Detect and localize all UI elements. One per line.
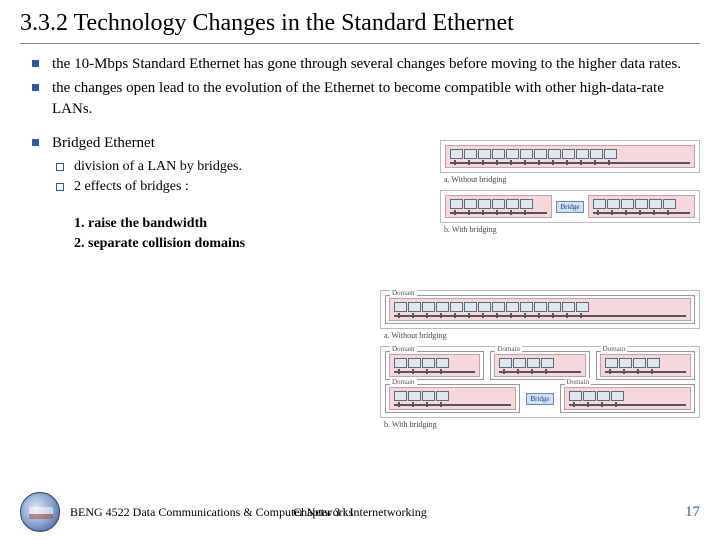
computer-icon: [478, 149, 489, 162]
computer-icon: [506, 199, 517, 212]
bridge-icon: Bridge: [556, 201, 583, 213]
computer-icon: [520, 302, 531, 315]
diagram-collision-domains: Domain: [380, 290, 700, 435]
domain-label: Domain: [601, 345, 628, 353]
computer-icon: [541, 358, 552, 371]
computer-icon: [633, 358, 644, 371]
computer-icon: [635, 199, 646, 212]
computer-icon: [478, 199, 489, 212]
computer-icon: [605, 358, 616, 371]
computer-icon: [548, 302, 559, 315]
computer-icon: [590, 149, 601, 162]
computer-icon: [450, 199, 461, 212]
computer-icon: [548, 149, 559, 162]
slide-footer: BENG 4522 Data Communications & Computer…: [0, 492, 720, 532]
computer-icon: [450, 149, 461, 162]
slide-title: 3.3.2 Technology Changes in the Standard…: [20, 10, 700, 44]
footer-chapter: Chapter 3 : Internetworking: [293, 505, 427, 520]
computer-icon: [611, 391, 622, 404]
bullet-item: the 10-Mbps Standard Ethernet has gone t…: [38, 54, 700, 74]
computer-icon: [534, 302, 545, 315]
computer-icon: [408, 391, 419, 404]
computer-icon: [436, 302, 447, 315]
computer-icon: [492, 149, 503, 162]
computer-icon: [520, 199, 531, 212]
computer-icon: [576, 149, 587, 162]
computer-icon: [506, 302, 517, 315]
computer-icon: [394, 302, 405, 315]
university-logo-icon: [20, 492, 60, 532]
computer-icon: [569, 391, 580, 404]
domain-label: Domain: [390, 378, 417, 386]
bullet-item: the changes open lead to the evolution o…: [38, 78, 700, 119]
computer-icon: [394, 391, 405, 404]
computer-icon: [621, 199, 632, 212]
computer-icon: [562, 149, 573, 162]
page-number: 17: [685, 504, 700, 521]
computer-icon: [534, 149, 545, 162]
domain-label: Domain: [565, 378, 592, 386]
computer-icon: [647, 358, 658, 371]
computer-icon: [513, 358, 524, 371]
domain-label: Domain: [390, 289, 417, 297]
diagram-caption: a. Without bridging: [384, 331, 700, 340]
computer-icon: [583, 391, 594, 404]
computer-icon: [478, 302, 489, 315]
computer-icon: [576, 302, 587, 315]
computer-icon: [422, 358, 433, 371]
computer-icon: [408, 358, 419, 371]
computer-icon: [492, 199, 503, 212]
computer-icon: [464, 149, 475, 162]
computer-icon: [604, 149, 615, 162]
domain-label: Domain: [390, 345, 417, 353]
computer-icon: [619, 358, 630, 371]
computer-icon: [450, 302, 461, 315]
diagram-caption: a. Without bridging: [444, 175, 700, 184]
computer-icon: [464, 199, 475, 212]
diagram-caption: b. With bridging: [444, 225, 700, 234]
computer-icon: [436, 391, 447, 404]
computer-icon: [408, 302, 419, 315]
computer-icon: [597, 391, 608, 404]
computer-icon: [527, 358, 538, 371]
computer-icon: [607, 199, 618, 212]
computer-icon: [520, 149, 531, 162]
computer-icon: [422, 302, 433, 315]
computer-icon: [506, 149, 517, 162]
bridge-icon: Bridge: [526, 393, 553, 405]
computer-icon: [649, 199, 660, 212]
computer-icon: [499, 358, 510, 371]
computer-icon: [422, 391, 433, 404]
computer-icon: [593, 199, 604, 212]
computer-icon: [663, 199, 674, 212]
computer-icon: [464, 302, 475, 315]
diagram-bridging: a. Without bridging Bridge: [440, 140, 700, 240]
computer-icon: [562, 302, 573, 315]
computer-icon: [436, 358, 447, 371]
computer-icon: [394, 358, 405, 371]
diagram-caption: b. With bridging: [384, 420, 700, 429]
computer-icon: [492, 302, 503, 315]
domain-label: Domain: [495, 345, 522, 353]
